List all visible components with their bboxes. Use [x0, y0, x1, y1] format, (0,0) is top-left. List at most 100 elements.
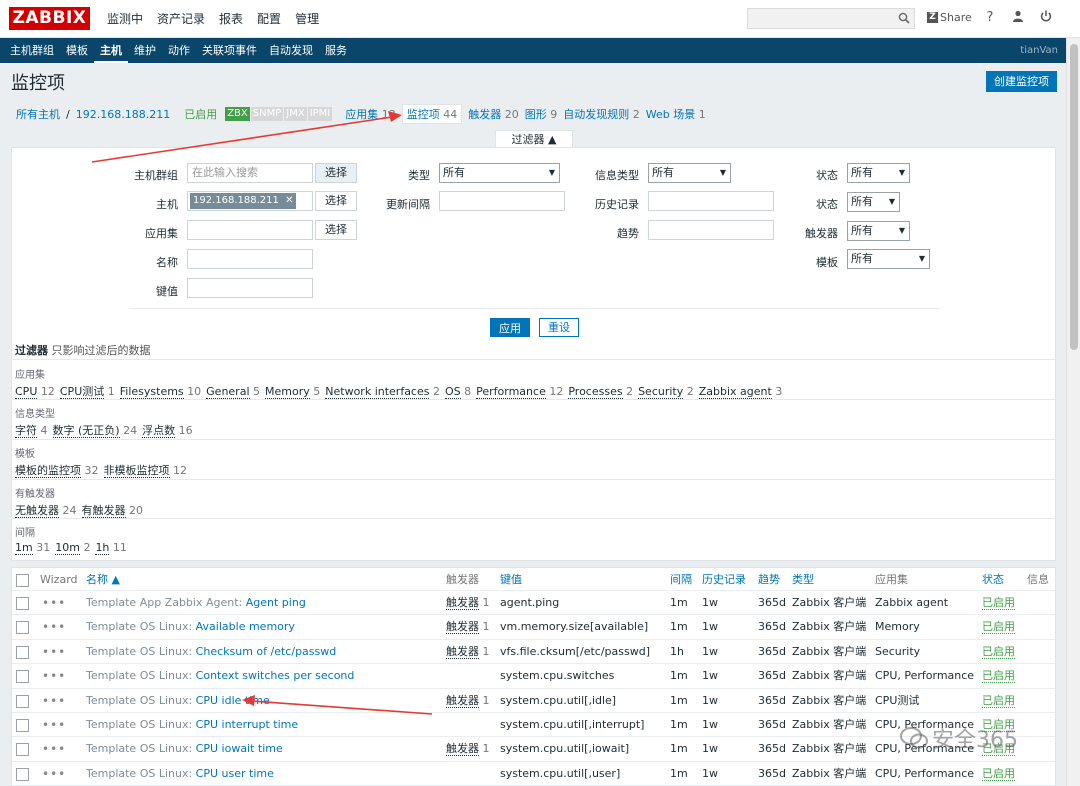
tab-web-scenarios[interactable]: Web 场景 1 [646, 106, 706, 122]
tab-triggers[interactable]: 触发器 20 [468, 106, 519, 122]
wizard-menu-icon[interactable]: ••• [42, 640, 66, 664]
col-name[interactable]: 名称 ▲ [86, 568, 120, 591]
template-link[interactable]: Template OS Linux: [86, 742, 192, 755]
remove-host-icon[interactable]: ✕ [285, 195, 293, 206]
wizard-menu-icon[interactable]: ••• [42, 762, 66, 786]
menu-administration[interactable]: 管理 [288, 0, 326, 38]
subfilter-option[interactable]: 字符 [15, 424, 37, 438]
subfilter-option[interactable]: Performance [476, 385, 546, 399]
menu-configuration[interactable]: 配置 [250, 0, 288, 38]
row-checkbox[interactable] [16, 767, 29, 781]
share-link[interactable]: Z Share [927, 11, 972, 24]
item-name-link[interactable]: Agent ping [246, 596, 306, 609]
key-input[interactable] [187, 278, 313, 298]
item-name-link[interactable]: CPU idle time [196, 694, 270, 707]
submenu-actions[interactable]: 动作 [162, 38, 196, 63]
item-status-link[interactable]: 已启用 [982, 596, 1015, 610]
row-checkbox[interactable] [16, 645, 29, 659]
template-link[interactable]: Template OS Linux: [86, 645, 192, 658]
subfilter-option[interactable]: Filesystems [119, 385, 184, 399]
col-status[interactable]: 状态 [982, 568, 1004, 591]
submenu-host-groups[interactable]: 主机群组 [4, 38, 60, 63]
help-icon[interactable]: ? [982, 10, 998, 26]
col-key[interactable]: 键值 [500, 568, 522, 591]
template-link[interactable]: Template OS Linux: [86, 694, 192, 707]
item-name-link[interactable]: Checksum of /etc/passwd [196, 645, 337, 658]
item-status-link[interactable]: 已启用 [982, 644, 1015, 659]
all-hosts-link[interactable]: 所有主机 [16, 106, 60, 122]
state-select[interactable]: 所有 ▼ [847, 163, 910, 183]
subfilter-option[interactable]: 浮点数 [142, 424, 176, 438]
item-status-link[interactable]: 已启用 [982, 620, 1015, 635]
row-checkbox[interactable] [16, 621, 29, 635]
row-checkbox[interactable] [16, 694, 29, 708]
row-checkbox[interactable] [16, 670, 29, 684]
global-search[interactable] [747, 8, 915, 29]
col-trends[interactable]: 趋势 [758, 568, 780, 591]
item-name-link[interactable]: CPU interrupt time [196, 718, 298, 731]
subfilter-option[interactable]: CPU测试 [59, 385, 105, 399]
submenu-correlation[interactable]: 关联项事件 [196, 38, 263, 63]
subfilter-option[interactable]: OS [444, 385, 461, 399]
subfilter-option[interactable]: 模板的监控项 [15, 464, 81, 478]
submenu-templates[interactable]: 模板 [60, 38, 94, 63]
apply-button[interactable]: 应用 [490, 318, 530, 337]
menu-monitoring[interactable]: 监测中 [100, 0, 150, 38]
wizard-menu-icon[interactable]: ••• [42, 615, 66, 639]
submenu-discovery[interactable]: 自动发现 [263, 38, 319, 63]
name-input[interactable] [187, 249, 313, 269]
subfilter-option[interactable]: 1m [15, 541, 33, 555]
menu-reports[interactable]: 报表 [212, 0, 250, 38]
subfilter-option[interactable]: 数字 (无正负) [52, 424, 120, 438]
info-type-select[interactable]: 所有 ▼ [648, 163, 731, 183]
triggers-link[interactable]: 触发器 [446, 742, 479, 757]
subfilter-option[interactable]: 10m [55, 541, 80, 555]
subfilter-option[interactable]: 无触发器 [15, 504, 59, 518]
submenu-maintenance[interactable]: 维护 [128, 38, 162, 63]
template-link[interactable]: Template OS Linux: [86, 767, 192, 780]
template-link[interactable]: Template OS Linux: [86, 620, 192, 633]
col-type[interactable]: 类型 [792, 568, 814, 591]
menu-inventory[interactable]: 资产记录 [150, 0, 212, 38]
page-scrollbar[interactable] [1066, 38, 1080, 786]
subfilter-option[interactable]: 有触发器 [81, 504, 126, 518]
col-interval[interactable]: 间隔 [670, 568, 692, 591]
interval-input[interactable] [439, 191, 565, 211]
app-select-button[interactable]: 选择 [315, 220, 357, 240]
triggers-link[interactable]: 触发器 [446, 620, 479, 635]
power-icon[interactable] [1038, 10, 1054, 26]
status-select[interactable]: 所有 ▼ [847, 192, 900, 212]
triggers-select[interactable]: 所有 ▼ [847, 221, 910, 241]
trends-input[interactable] [648, 220, 774, 240]
scrollbar-thumb[interactable] [1070, 44, 1078, 350]
item-status-link[interactable]: 已启用 [982, 766, 1015, 781]
item-name-link[interactable]: CPU iowait time [196, 742, 283, 755]
subfilter-option[interactable]: General [206, 385, 250, 399]
triggers-link[interactable]: 触发器 [446, 693, 479, 708]
tab-applications[interactable]: 应用集 13 [345, 106, 396, 122]
create-item-button[interactable]: 创建监控项 [986, 71, 1057, 92]
subfilter-option[interactable]: Processes [568, 385, 623, 399]
template-link[interactable]: Template OS Linux: [86, 718, 192, 731]
item-status-link[interactable]: 已启用 [982, 693, 1015, 708]
item-status-link[interactable]: 已启用 [982, 669, 1015, 684]
item-name-link[interactable]: Context switches per second [196, 669, 355, 682]
zabbix-logo[interactable]: ZABBIX [9, 7, 90, 30]
type-select[interactable]: 所有 ▼ [439, 163, 560, 183]
row-checkbox[interactable] [16, 718, 29, 732]
subfilter-option[interactable]: Zabbix agent [698, 385, 772, 399]
host-status[interactable]: 已启用 [184, 106, 217, 122]
subfilter-option[interactable]: Security [638, 385, 684, 399]
host-group-input[interactable]: 在此输入搜索 [187, 163, 313, 183]
submenu-services[interactable]: 服务 [319, 38, 353, 63]
subfilter-option[interactable]: Network interfaces [325, 385, 430, 399]
wizard-menu-icon[interactable]: ••• [42, 689, 66, 713]
subfilter-option[interactable]: Memory [265, 385, 310, 399]
subfilter-option[interactable]: 1h [95, 541, 110, 555]
item-name-link[interactable]: CPU user time [196, 767, 274, 780]
wizard-menu-icon[interactable]: ••• [42, 664, 66, 688]
triggers-link[interactable]: 触发器 [446, 644, 479, 659]
col-history[interactable]: 历史记录 [702, 568, 746, 591]
tab-discovery-rules[interactable]: 自动发现规则 2 [563, 106, 640, 122]
search-icon[interactable] [898, 12, 910, 24]
